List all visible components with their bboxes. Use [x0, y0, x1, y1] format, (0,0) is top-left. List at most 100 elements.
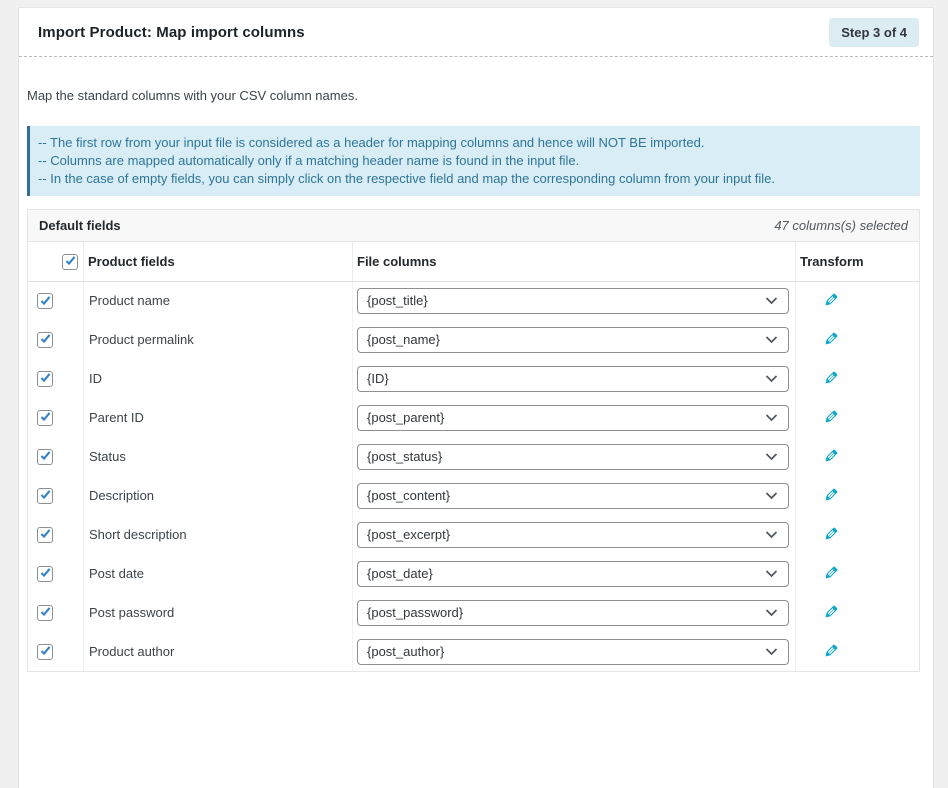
checkmark-icon [39, 371, 52, 384]
mapping-table-row: Post date {post_date} [28, 554, 919, 593]
file-column-select[interactable]: {post_parent} [357, 405, 789, 431]
pencil-icon [823, 603, 840, 620]
mapping-table-row: Description {post_content} [28, 476, 919, 515]
pencil-icon [823, 369, 840, 386]
product-field-label: Description [84, 476, 353, 515]
mapping-table-row: Product name {post_title} [28, 281, 919, 320]
file-column-select[interactable]: {post_content} [357, 483, 789, 509]
step-badge: Step 3 of 4 [829, 18, 919, 47]
file-column-select-value: {post_password} [367, 605, 463, 620]
checkmark-icon [39, 449, 52, 462]
row-checkbox[interactable] [37, 332, 53, 348]
row-checkbox[interactable] [37, 605, 53, 621]
file-column-select-value: {post_author} [367, 644, 444, 659]
notice-line: -- In the case of empty fields, you can … [38, 170, 908, 188]
row-checkbox[interactable] [37, 566, 53, 582]
file-column-select[interactable]: {post_status} [357, 444, 789, 470]
file-column-select[interactable]: {post_date} [357, 561, 789, 587]
checkmark-icon [39, 527, 52, 540]
checkmark-icon [39, 605, 52, 618]
notice-line: -- Columns are mapped automatically only… [38, 152, 908, 170]
mapping-table-row: Short description {post_excerpt} [28, 515, 919, 554]
checkmark-icon [39, 488, 52, 501]
checkmark-icon [39, 644, 52, 657]
file-column-select[interactable]: {post_author} [357, 639, 789, 665]
transform-edit-button[interactable] [823, 486, 840, 503]
transform-edit-button[interactable] [823, 447, 840, 464]
checkmark-icon [39, 566, 52, 579]
checkmark-icon [39, 294, 52, 307]
file-column-select[interactable]: {ID} [357, 366, 789, 392]
pencil-icon [823, 408, 840, 425]
product-field-label: Product name [84, 281, 353, 320]
pencil-icon [823, 291, 840, 308]
file-column-select-value: {post_title} [367, 293, 428, 308]
page-title: Import Product: Map import columns [38, 24, 305, 41]
mapping-table-row: Product author {post_author} [28, 632, 919, 671]
checkmark-icon [39, 410, 52, 423]
row-checkbox[interactable] [37, 449, 53, 465]
product-field-label: Parent ID [84, 398, 353, 437]
file-column-select[interactable]: {post_title} [357, 288, 789, 314]
transform-edit-button[interactable] [823, 603, 840, 620]
file-column-select-value: {post_name} [367, 332, 440, 347]
chevron-down-icon [765, 296, 778, 305]
default-fields-section: Default fields 47 columns(s) selected Pr… [27, 209, 920, 672]
row-checkbox[interactable] [37, 293, 53, 309]
row-checkbox[interactable] [37, 488, 53, 504]
chevron-down-icon [765, 413, 778, 422]
pencil-icon [823, 564, 840, 581]
transform-edit-button[interactable] [823, 564, 840, 581]
chevron-down-icon [765, 647, 778, 656]
file-column-select-value: {post_date} [367, 566, 433, 581]
mapping-table-row: Post password {post_password} [28, 593, 919, 632]
pencil-icon [823, 486, 840, 503]
mapping-table: Product fields File columns Transform Pr… [28, 242, 919, 671]
checkmark-icon [64, 254, 77, 267]
chevron-down-icon [765, 530, 778, 539]
row-checkbox[interactable] [37, 371, 53, 387]
table-header-row: Product fields File columns Transform [28, 242, 919, 281]
column-header-product-fields: Product fields [84, 242, 353, 281]
notice-line: -- The first row from your input file is… [38, 134, 908, 152]
file-column-select-value: {post_content} [367, 488, 450, 503]
product-field-label: Short description [84, 515, 353, 554]
transform-edit-button[interactable] [823, 291, 840, 308]
card-header: Import Product: Map import columns Step … [19, 8, 933, 57]
chevron-down-icon [765, 608, 778, 617]
select-all-checkbox[interactable] [62, 254, 78, 270]
transform-edit-button[interactable] [823, 408, 840, 425]
chevron-down-icon [765, 374, 778, 383]
row-checkbox[interactable] [37, 644, 53, 660]
card-body: Map the standard columns with your CSV c… [19, 88, 933, 672]
product-field-label: Status [84, 437, 353, 476]
info-notice: -- The first row from your input file is… [27, 126, 920, 196]
chevron-down-icon [765, 569, 778, 578]
transform-edit-button[interactable] [823, 369, 840, 386]
mapping-table-row: Status {post_status} [28, 437, 919, 476]
section-title: Default fields [39, 218, 121, 233]
pencil-icon [823, 525, 840, 542]
mapping-table-row: Product permalink {post_name} [28, 320, 919, 359]
column-header-transform: Transform [796, 242, 920, 281]
product-field-label: Post date [84, 554, 353, 593]
row-checkbox[interactable] [37, 527, 53, 543]
file-column-select-value: {post_excerpt} [367, 527, 450, 542]
file-column-select-value: {post_status} [367, 449, 442, 464]
transform-edit-button[interactable] [823, 642, 840, 659]
intro-text: Map the standard columns with your CSV c… [27, 88, 920, 103]
file-column-select[interactable]: {post_password} [357, 600, 789, 626]
row-checkbox[interactable] [37, 410, 53, 426]
chevron-down-icon [765, 335, 778, 344]
file-column-select-value: {ID} [367, 371, 389, 386]
transform-edit-button[interactable] [823, 330, 840, 347]
file-column-select[interactable]: {post_excerpt} [357, 522, 789, 548]
page: { "header": { "title": "Import Product: … [0, 0, 948, 669]
mapping-table-row: Parent ID {post_parent} [28, 398, 919, 437]
product-field-label: Product author [84, 632, 353, 671]
transform-edit-button[interactable] [823, 525, 840, 542]
mapping-table-row: ID {ID} [28, 359, 919, 398]
chevron-down-icon [765, 491, 778, 500]
column-header-file-columns: File columns [353, 242, 796, 281]
file-column-select[interactable]: {post_name} [357, 327, 789, 353]
